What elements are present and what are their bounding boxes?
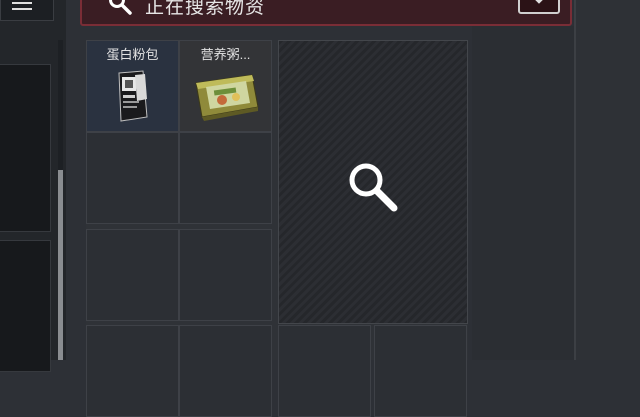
empty-slot[interactable] (86, 325, 179, 417)
empty-slot[interactable] (179, 229, 272, 321)
empty-slot[interactable] (374, 325, 467, 417)
left-slot[interactable] (0, 240, 51, 372)
left-scrollbar-thumb[interactable] (58, 170, 63, 360)
right-background (576, 0, 640, 360)
left-slot[interactable] (0, 64, 51, 232)
item-slot-nutrition-porridge[interactable]: 营养粥... (179, 40, 272, 132)
nutrition-porridge-tin-icon (195, 74, 259, 121)
item-name: 蛋白粉包 (106, 47, 159, 62)
empty-slot[interactable] (179, 132, 272, 224)
chevron-down-icon (535, 0, 543, 4)
menu-icon[interactable] (12, 0, 32, 10)
empty-slot[interactable] (278, 325, 371, 417)
empty-slot[interactable] (86, 229, 179, 321)
search-icon (109, 0, 132, 15)
empty-slot[interactable] (179, 325, 272, 417)
magnifier-icon (349, 163, 398, 212)
panel-divider (574, 0, 576, 360)
empty-slot[interactable] (86, 132, 179, 224)
item-name: 营养粥... (200, 47, 251, 62)
item-slot-protein-powder[interactable]: 蛋白粉包 (86, 40, 179, 132)
right-empty-area (472, 26, 576, 360)
protein-powder-pack-icon (118, 70, 148, 122)
collapse-dropdown-button[interactable] (518, 0, 560, 14)
search-status-text: 正在搜索物资 (145, 0, 266, 18)
